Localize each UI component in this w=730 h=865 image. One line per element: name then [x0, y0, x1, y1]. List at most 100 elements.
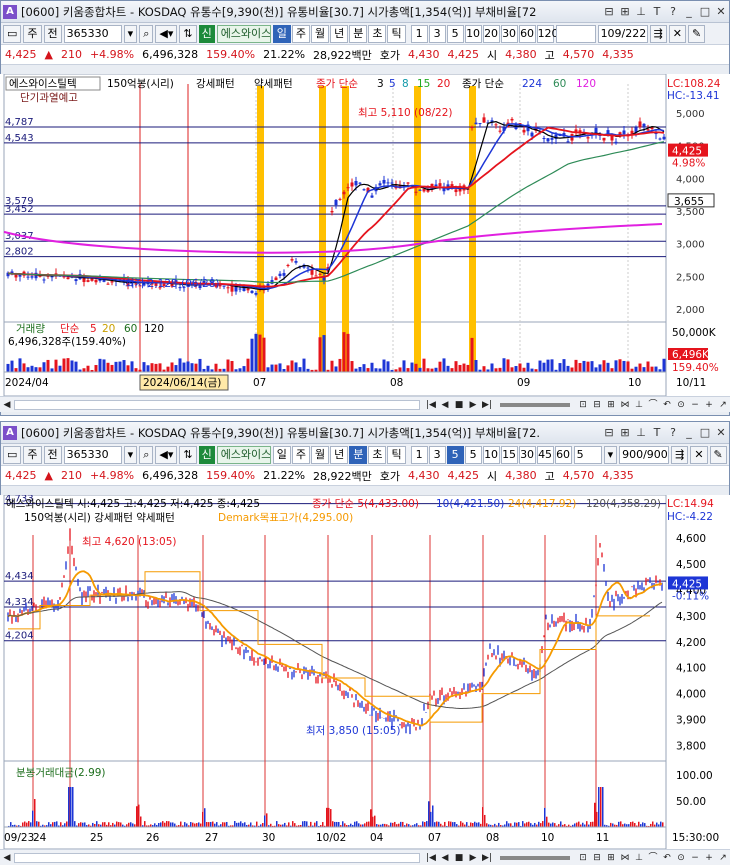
period-button-1[interactable]: 주	[291, 445, 310, 464]
tool-h-icon[interactable]: ⊙	[674, 398, 688, 412]
interval-button-5[interactable]: 30	[500, 24, 518, 43]
interval-button-0[interactable]: 1	[410, 445, 428, 464]
code-dropdown-icon[interactable]: ▾	[123, 24, 138, 43]
scroll-left-icon[interactable]: ◀	[0, 851, 14, 865]
text-icon[interactable]: T	[649, 4, 665, 20]
minimize-icon[interactable]: _	[681, 425, 697, 441]
top-price-chart[interactable]: 4,7874,5433,5793,4523,0372,8025,0004,500…	[0, 74, 730, 396]
period-button-0[interactable]: 일	[272, 445, 291, 464]
bottom-price-chart[interactable]: 4,7334,4344,3344,2044,6004,5004,4004,300…	[0, 495, 730, 849]
period-button-1[interactable]: 주	[291, 24, 310, 43]
edit-icon[interactable]: ✎	[709, 445, 727, 464]
prev-button[interactable]: 전	[43, 445, 62, 464]
prev-button[interactable]: 전	[43, 24, 62, 43]
zoom-slider[interactable]	[500, 855, 570, 860]
sort-icon[interactable]: ⇅	[179, 445, 197, 464]
last-icon[interactable]: ▶|	[480, 851, 494, 865]
period-button-6[interactable]: 틱	[387, 24, 406, 43]
stop-icon[interactable]: ■	[452, 851, 466, 865]
tool-b-icon[interactable]: ⊟	[590, 398, 604, 412]
stock-code-input[interactable]: 365330	[63, 24, 122, 43]
interval-button-3[interactable]: 10	[464, 24, 482, 43]
interval-button-6[interactable]: 60	[518, 24, 536, 43]
prev-icon[interactable]: ◀	[438, 398, 452, 412]
minimize-icon[interactable]: _	[681, 4, 697, 20]
maximize-icon[interactable]: □	[697, 425, 713, 441]
period-button-4[interactable]: 분	[349, 445, 368, 464]
zoom-in-icon[interactable]: +	[702, 851, 716, 865]
tool-h-icon[interactable]: ⊙	[674, 851, 688, 865]
fit-icon[interactable]: ↗	[716, 398, 730, 412]
code-dropdown-icon[interactable]: ▾	[123, 445, 138, 464]
crosshair-icon[interactable]: ✕	[690, 445, 708, 464]
period-button-3[interactable]: 년	[330, 445, 349, 464]
interval-button-4[interactable]: 20	[482, 24, 500, 43]
tool-f-icon[interactable]: ⌒	[646, 398, 660, 412]
interval-button-7[interactable]: 120	[536, 24, 559, 43]
period-button-6[interactable]: 틱	[387, 445, 406, 464]
interval-button-active[interactable]: 5	[446, 445, 464, 464]
help-icon[interactable]: ?	[665, 425, 681, 441]
close-icon[interactable]: ✕	[713, 4, 729, 20]
tool-e-icon[interactable]: ⊥	[632, 398, 646, 412]
stop-icon[interactable]: ■	[452, 398, 466, 412]
tool-b-icon[interactable]: ⊟	[590, 851, 604, 865]
maximize-icon[interactable]: □	[697, 4, 713, 20]
interval-button-2[interactable]: 5	[446, 24, 464, 43]
layout-icon[interactable]: ▭	[3, 24, 22, 43]
stock-code-input[interactable]: 365330	[63, 445, 122, 464]
tool-g-icon[interactable]: ↶	[660, 398, 674, 412]
interval-button-x1[interactable]: 10	[482, 445, 500, 464]
pin-icon[interactable]: ⊥	[633, 425, 649, 441]
interval-button-x5[interactable]: 60	[554, 445, 572, 464]
interval-button-x4[interactable]: 45	[536, 445, 554, 464]
zoom-in-icon[interactable]: +	[702, 398, 716, 412]
period-type-select[interactable]: 주	[23, 24, 42, 43]
link-icon[interactable]: ⊟	[601, 425, 617, 441]
bottom-chart-area[interactable]: 4,733 4,434 4,334 4,204 4,600 4,500 4,400 4,300…	[0, 495, 730, 849]
tool-d-icon[interactable]: ⋈	[618, 851, 632, 865]
interval-button-x0[interactable]: 5	[464, 445, 482, 464]
last-icon[interactable]: ▶|	[480, 398, 494, 412]
fit-icon[interactable]: ↗	[716, 851, 730, 865]
period-count-input[interactable]	[555, 24, 596, 43]
edit-icon[interactable]: ✎	[688, 24, 706, 43]
crosshair-icon[interactable]: ✕	[668, 24, 686, 43]
close-icon[interactable]: ✕	[713, 425, 729, 441]
pin-icon[interactable]: ⊥	[633, 4, 649, 20]
tool-e-icon[interactable]: ⊥	[632, 851, 646, 865]
scrollbar-track[interactable]	[14, 852, 420, 863]
link-icon[interactable]: ⊟	[601, 4, 617, 20]
period-button-4[interactable]: 분	[349, 24, 368, 43]
count-dropdown-icon[interactable]: ▾	[603, 445, 618, 464]
scrollbar-track[interactable]	[14, 399, 420, 410]
grid-icon[interactable]: ⊞	[617, 425, 633, 441]
period-button-5[interactable]: 초	[368, 445, 387, 464]
period-button-2[interactable]: 월	[310, 445, 330, 464]
period-type-select[interactable]: 주	[23, 445, 42, 464]
interval-button-1[interactable]: 3	[428, 24, 446, 43]
first-icon[interactable]: |◀	[424, 398, 438, 412]
interval-button-1[interactable]: 3	[428, 445, 446, 464]
layout-icon[interactable]: ▭	[3, 445, 22, 464]
tool-c-icon[interactable]: ⊞	[604, 398, 618, 412]
scroll-left-icon[interactable]: ◀	[0, 398, 14, 412]
next-icon[interactable]: ▶	[466, 851, 480, 865]
zoom-out-icon[interactable]: −	[688, 851, 702, 865]
speaker-icon[interactable]: ◀▾	[155, 445, 178, 464]
zoom-out-icon[interactable]: −	[688, 398, 702, 412]
period-button-5[interactable]: 초	[368, 24, 387, 43]
period-button-0[interactable]: 일	[272, 24, 291, 43]
chart-tool-icon[interactable]: ⇶	[671, 445, 689, 464]
period-button-2[interactable]: 월	[310, 24, 330, 43]
grid-icon[interactable]: ⊞	[617, 4, 633, 20]
top-chart-area[interactable]: 4,7874,5433,5793,4523,0372,8025,0004,500…	[0, 74, 730, 396]
next-icon[interactable]: ▶	[466, 398, 480, 412]
speaker-icon[interactable]: ◀▾	[155, 24, 178, 43]
period-button-3[interactable]: 년	[330, 24, 349, 43]
tool-c-icon[interactable]: ⊞	[604, 851, 618, 865]
interval-button-0[interactable]: 1	[410, 24, 428, 43]
search-icon[interactable]: ⌕	[139, 24, 154, 43]
text-icon[interactable]: T	[649, 425, 665, 441]
tool-f-icon[interactable]: ⌒	[646, 851, 660, 865]
